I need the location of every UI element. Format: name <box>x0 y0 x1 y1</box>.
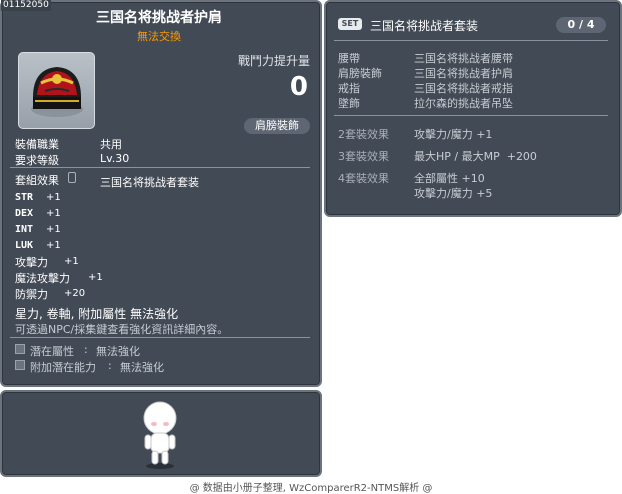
potential-label: 潛在屬性 <box>30 345 74 358</box>
stat-name: 魔法攻擊力 <box>15 272 70 285</box>
stat-name: 防禦力 <box>15 288 48 301</box>
divider <box>334 40 608 41</box>
job-value: 共用 <box>100 138 122 151</box>
stat-value: +1 <box>46 208 61 219</box>
stat-value: +1 <box>46 192 61 203</box>
stat-value: +1 <box>46 224 61 235</box>
lock-icon <box>68 172 76 183</box>
info-note: 可透過NPC/採集鍵查看強化資訊詳細內容。 <box>15 323 229 336</box>
set-part-slot: 腰帶 <box>338 52 360 65</box>
bonus-potential-label: 附加潛在能力 <box>30 361 96 374</box>
stat-name: DEX <box>15 208 34 219</box>
stat-value: +20 <box>64 288 86 299</box>
level-label: 要求等級 <box>15 154 59 167</box>
set-effect-line: 攻擊力/魔力 +1 <box>414 128 493 141</box>
bonus-potential-colon: : <box>108 359 112 372</box>
set-part-slot: 肩膀裝飾 <box>338 67 382 80</box>
set-effect-label: 套組效果 <box>15 174 59 187</box>
set-part-item: 三国名将挑战者戒指 <box>414 82 513 95</box>
job-label: 裝備職業 <box>15 138 59 151</box>
helmet-item-icon <box>31 67 83 117</box>
set-title: 三国名将挑战者套装 <box>370 19 479 33</box>
stat-name: INT <box>15 224 34 235</box>
set-piece-count: 0 / 4 <box>556 17 606 33</box>
set-part-item: 拉尔森的挑战者吊坠 <box>414 97 513 110</box>
set-effect-line: 最大HP / 最大MP +200 <box>414 150 537 163</box>
set-effect-line: 全部屬性 +10 <box>414 172 485 185</box>
set-badge-icon: SET <box>338 18 362 30</box>
divider <box>334 115 608 116</box>
stat-value: +1 <box>46 240 61 251</box>
slot-badge: 肩膀裝飾 <box>244 118 310 134</box>
bonus-potential-bullet-icon <box>15 360 25 370</box>
footer-credit: @ 数据由小册子整理, WzComparerR2-NTMS解析 @ <box>189 483 433 494</box>
attack-increase-label: 戰鬥力提升量 <box>237 54 310 68</box>
stat-value: +1 <box>88 272 103 283</box>
set-effect-tier-label: 4套裝效果 <box>338 172 389 185</box>
divider <box>10 337 310 338</box>
bonus-potential-value: 無法強化 <box>120 361 164 374</box>
set-part-slot: 戒指 <box>338 82 360 95</box>
character-avatar <box>143 401 177 469</box>
stat-value: +1 <box>64 256 79 267</box>
stat-name: STR <box>15 192 34 203</box>
potential-value: 無法強化 <box>96 345 140 358</box>
stat-name: LUK <box>15 240 34 251</box>
set-name: 三国名将挑战者套装 <box>100 176 199 189</box>
trade-status: 無法交換 <box>137 30 181 43</box>
item-title: 三国名将挑战者护肩 <box>96 10 222 26</box>
item-icon-frame <box>18 52 95 129</box>
stat-name: 攻擊力 <box>15 256 48 269</box>
set-effect-tier-label: 3套裝效果 <box>338 150 389 163</box>
potential-colon: : <box>84 343 88 356</box>
set-part-slot: 墜飾 <box>338 97 360 110</box>
set-effect-tier-label: 2套裝效果 <box>338 128 389 141</box>
set-effect-line: 攻擊力/魔力 +5 <box>414 187 493 200</box>
potential-bullet-icon <box>15 344 25 354</box>
set-part-item: 三国名将挑战者护肩 <box>414 67 513 80</box>
divider <box>10 167 310 168</box>
enhancement-restrictions: 星力, 卷軸, 附加屬性 無法強化 <box>15 307 179 321</box>
avatar-panel <box>0 390 322 477</box>
level-value: Lv.30 <box>100 152 130 165</box>
attack-increase-value: 0 <box>289 72 308 102</box>
set-part-item: 三国名将挑战者腰带 <box>414 52 513 65</box>
